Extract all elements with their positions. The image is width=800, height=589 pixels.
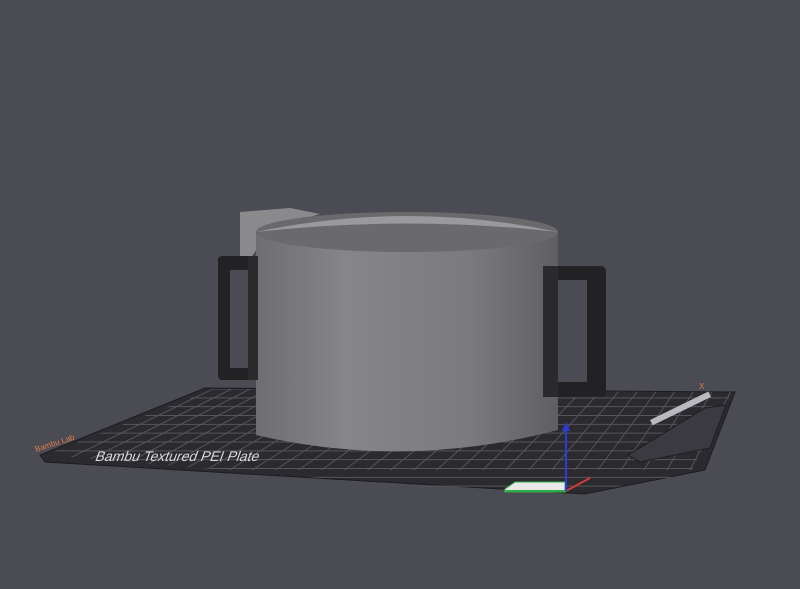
pot-right-handle-hole [557,280,587,382]
plate-name-label: Bambu Textured PEI Plate [93,449,262,464]
pot-right-handle-joint [543,266,558,397]
pot-body [256,232,558,452]
3d-viewport[interactable]: Bambu Textured PEI Plate Bambu Lab X [0,0,800,589]
pot-left-handle-joint [248,256,258,380]
model-pot[interactable] [218,208,606,452]
scene-canvas[interactable]: Bambu Textured PEI Plate Bambu Lab X [0,0,800,589]
plate-corner-label-right: X [699,382,705,391]
